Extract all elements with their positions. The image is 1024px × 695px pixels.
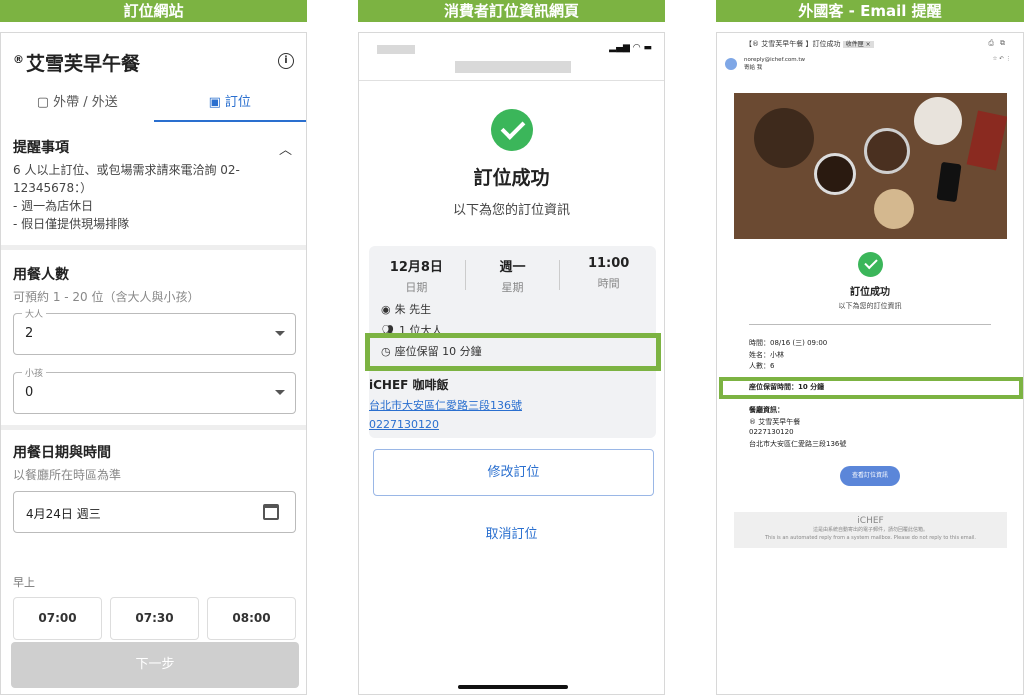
cancel-reservation-button[interactable]: 取消訂位 xyxy=(359,523,664,542)
restaurant-title: ® 艾雪芙早午餐 xyxy=(13,49,140,76)
date-col: 12月8日 日期 xyxy=(369,256,464,295)
notice-title: 提醒事項 xyxy=(13,140,69,156)
divider xyxy=(1,245,306,250)
registered-mark: ® xyxy=(13,52,24,66)
time-slot-0800[interactable]: 08:00 xyxy=(207,597,296,640)
email-people: 人數：6 xyxy=(749,362,775,370)
tab-takeout-label: 外帶 / 外送 xyxy=(53,95,118,110)
email-title: 訂位成功 xyxy=(850,287,890,298)
email-subject-text: 【® 艾雪芙早午餐 】訂位成功 xyxy=(745,40,841,48)
avatar xyxy=(725,58,737,70)
restaurant-photo xyxy=(734,93,1007,239)
tab-reservation-label: 訂位 xyxy=(224,95,251,110)
child-value: 0 xyxy=(25,385,34,400)
header-website: 訂位網站 xyxy=(0,0,307,22)
booking-website-panel: ® 艾雪芙早午餐 i ▢ 外帶 / 外送 ▣ 訂位 提醒事項 6 人以上訂位、或包場需… xyxy=(0,32,307,695)
shop-address-link[interactable]: 台北市大安區仁愛路三段136號 xyxy=(369,397,522,413)
email-subject: 【® 艾雪芙早午餐 】訂位成功 收件匣 × xyxy=(745,39,874,49)
child-label: 小孩 xyxy=(22,366,47,379)
inbox-tag[interactable]: 收件匣 × xyxy=(842,41,874,48)
email-rest-phone: 0227130120 xyxy=(749,428,794,436)
success-check-icon xyxy=(858,252,883,277)
date-value: 4月24日 週三 xyxy=(26,507,101,521)
caret-down-icon xyxy=(275,390,285,395)
email-time: 時間：08/16 (三) 09:00 xyxy=(749,339,828,347)
date-sub: 以餐廳所在時區為準 xyxy=(13,468,122,482)
time-col: 11:00 時間 xyxy=(561,256,656,291)
email-rest-addr: 台北市大安區仁愛路三段136號 xyxy=(749,440,847,448)
hold-highlight xyxy=(365,333,661,371)
success-check-icon xyxy=(491,109,533,151)
guest-name: 朱 先生 xyxy=(394,303,432,316)
divider xyxy=(559,260,560,290)
adult-label: 大人 xyxy=(22,307,47,320)
email-name: 姓名：小林 xyxy=(749,351,784,359)
home-indicator xyxy=(458,685,568,689)
notice-body: 6 人以上訂位、或包場需求請來電洽詢 02- 12345678：） - 週一為店… xyxy=(13,163,240,231)
mail-actions[interactable]: ☆ ↶ ⋮ xyxy=(992,56,1011,62)
success-title: 訂位成功 xyxy=(473,167,550,189)
calendar-icon xyxy=(263,504,279,520)
header-foreign: 外國客 - Email 提醒 xyxy=(716,0,1024,22)
time-slot-0700[interactable]: 07:00 xyxy=(13,597,102,640)
email-from: noreply@ichef.com.tw 寄給 我 xyxy=(744,56,805,72)
status-time-placeholder xyxy=(377,45,415,54)
adult-value: 2 xyxy=(25,326,34,341)
tab-takeout[interactable]: ▢ 外帶 / 外送 xyxy=(1,88,154,122)
date-section: 用餐日期與時間 以餐廳所在時區為準 xyxy=(1,442,306,483)
child-select[interactable]: 小孩 0 xyxy=(13,366,296,414)
footer-zh: 這是由系統自動寄出的電子郵件，請勿回覆此信箱。 xyxy=(812,527,928,533)
ichef-logo: iCHEF xyxy=(857,516,884,526)
email-rest-label: 餐廳資訊： xyxy=(749,406,784,414)
weekday-value: 週一 xyxy=(499,260,526,275)
party-title: 用餐人數 xyxy=(13,267,69,283)
party-sub: 可預約 1 - 20 位（含大人與小孩） xyxy=(13,290,200,304)
view-reservation-button[interactable]: 查看訂位資訊 xyxy=(840,466,900,486)
bag-icon: ▢ xyxy=(36,95,50,110)
period-label: 早上 xyxy=(13,576,35,589)
time-label: 時間 xyxy=(597,277,620,290)
mail-toolbar-icons[interactable]: ⎙⧉ xyxy=(988,39,1011,48)
restaurant-name: 艾雪芙早午餐 xyxy=(26,53,141,75)
shop-phone-link[interactable]: 0227130120 xyxy=(369,418,439,431)
modify-reservation-button[interactable]: 修改訂位 xyxy=(373,449,654,496)
mode-tabs: ▢ 外帶 / 外送 ▣ 訂位 xyxy=(1,88,306,122)
email-rest-name: ® 艾雪芙早午餐 xyxy=(749,418,801,426)
email-subtitle: 以下為您的訂位資訊 xyxy=(838,302,902,310)
date-value: 12月8日 xyxy=(389,260,443,275)
email-panel: 【® 艾雪芙早午餐 】訂位成功 收件匣 × ⎙⧉ noreply@ichef.c… xyxy=(716,32,1024,695)
from-address: noreply@ichef.com.tw xyxy=(744,57,806,63)
guest-row: ◉ 朱 先生 xyxy=(381,301,431,317)
chevron-up-icon[interactable]: ︿ xyxy=(279,139,292,158)
email-hold: 座位保留時間：10 分鐘 xyxy=(749,383,825,391)
divider xyxy=(749,324,991,325)
person-icon: ◉ xyxy=(381,303,391,316)
to-line: 寄給 我 xyxy=(744,65,763,71)
next-button[interactable]: 下一步 xyxy=(11,642,299,688)
url-placeholder xyxy=(455,61,571,73)
email-footer: iCHEF 這是由系統自動寄出的電子郵件，請勿回覆此信箱。 This is an… xyxy=(734,512,1007,548)
time-slot-0730[interactable]: 07:30 xyxy=(110,597,199,640)
time-value: 11:00 xyxy=(587,256,630,271)
date-title: 用餐日期與時間 xyxy=(13,445,111,461)
caret-down-icon xyxy=(275,331,285,336)
party-section: 用餐人數 可預約 1 - 20 位（含大人與小孩） xyxy=(1,264,306,305)
tab-reservation[interactable]: ▣ 訂位 xyxy=(153,88,306,122)
date-field[interactable]: 4月24日 週三 xyxy=(13,491,296,533)
notice-section: 提醒事項 6 人以上訂位、或包場需求請來電洽詢 02- 12345678：） -… xyxy=(1,137,306,233)
footer-en: This is an automated reply from a system… xyxy=(764,535,977,541)
signal-battery-icon: ▂▄▆ ◠ ▬ xyxy=(609,43,652,53)
weekday-label: 星期 xyxy=(501,281,524,294)
divider xyxy=(1,425,306,430)
status-bar: ▂▄▆ ◠ ▬ xyxy=(359,33,664,81)
adult-select[interactable]: 大人 2 xyxy=(13,307,296,355)
weekday-col: 週一 星期 xyxy=(465,256,560,295)
info-icon[interactable]: i xyxy=(278,53,294,69)
calendar-icon: ▣ xyxy=(208,95,221,110)
success-subtitle: 以下為您的訂位資訊 xyxy=(452,203,570,218)
header-consumer: 消費者訂位資訊網頁 xyxy=(358,0,665,22)
consumer-page-panel: ▂▄▆ ◠ ▬ 訂位成功 以下為您的訂位資訊 12月8日 日期 週一 星期 11… xyxy=(358,32,665,695)
date-label: 日期 xyxy=(405,281,428,294)
shop-name: iCHEF 咖啡飯 xyxy=(369,378,449,392)
